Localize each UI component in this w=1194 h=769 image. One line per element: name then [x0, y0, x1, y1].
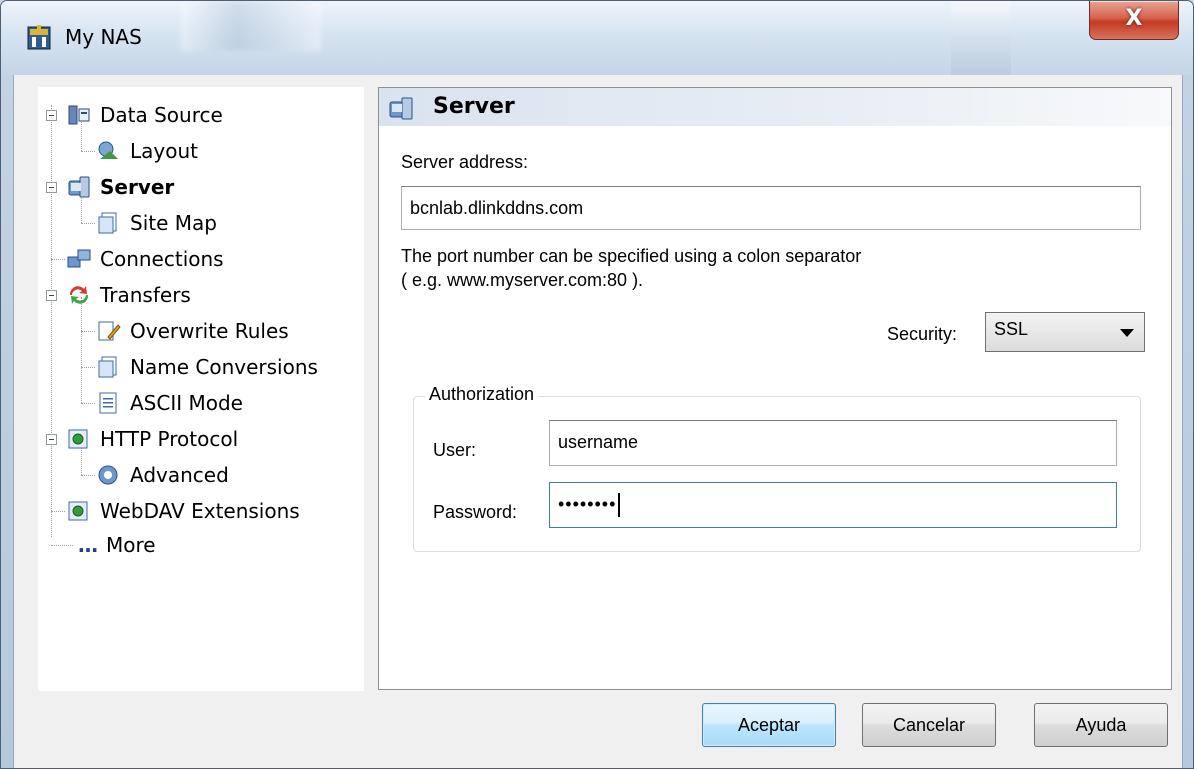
- tree-item-advanced[interactable]: Advanced: [96, 460, 229, 490]
- security-select-value: SSL: [994, 319, 1029, 339]
- tree-line: [81, 223, 95, 224]
- collapse-toggle[interactable]: [46, 434, 57, 445]
- dialog-window: My NAS X Data Source Layout Server Site …: [0, 0, 1194, 769]
- tree-item-label: More: [106, 533, 156, 557]
- tree-item-label: Advanced: [130, 463, 229, 487]
- tree-item-label: Connections: [100, 247, 224, 271]
- overwrite-rules-icon: [98, 321, 121, 341]
- cancel-button[interactable]: Cancelar: [862, 703, 996, 747]
- user-label: User:: [433, 440, 477, 460]
- security-label: Security:: [887, 324, 958, 344]
- tree-line: [81, 475, 95, 476]
- server-icon: [68, 176, 90, 198]
- tree-item-ascii-mode[interactable]: ASCII Mode: [96, 388, 243, 418]
- tree-item-label: Data Source: [100, 103, 223, 127]
- password-input-value: ••••••••: [558, 494, 617, 514]
- connections-icon: [67, 249, 91, 268]
- tree-line: [81, 297, 82, 403]
- more-icon: …: [78, 533, 98, 557]
- port-hint-line-2: ( e.g. www.myserver.com:80 ).: [401, 270, 644, 290]
- server-address-label: Server address:: [401, 152, 529, 172]
- help-button[interactable]: Ayuda: [1034, 703, 1168, 747]
- tree-item-label: Transfers: [100, 283, 191, 307]
- chevron-down-icon: [1120, 329, 1134, 337]
- settings-panel: Server Server address: bcnlab.dlinkddns.…: [378, 87, 1172, 690]
- tree-item-label: WebDAV Extensions: [100, 499, 300, 523]
- security-select[interactable]: SSL: [985, 312, 1145, 352]
- collapse-toggle[interactable]: [46, 110, 57, 121]
- ok-button[interactable]: Aceptar: [702, 703, 836, 747]
- tree-item-more[interactable]: … More: [78, 530, 156, 560]
- tree-item-label: Layout: [130, 139, 198, 163]
- tree-item-overwrite-rules[interactable]: Overwrite Rules: [96, 316, 289, 346]
- tree-line: [51, 545, 73, 546]
- password-input[interactable]: ••••••••: [549, 482, 1117, 528]
- data-source-icon: [68, 105, 90, 125]
- tree-item-label: HTTP Protocol: [100, 427, 239, 451]
- tree-item-label: Name Conversions: [130, 355, 318, 379]
- password-label: Password:: [433, 502, 518, 522]
- tree-item-label: ASCII Mode: [130, 391, 243, 415]
- tree-item-server[interactable]: Server: [66, 172, 174, 202]
- tree-item-webdav-extensions[interactable]: WebDAV Extensions: [66, 496, 300, 526]
- webdav-extensions-icon: [68, 501, 88, 521]
- tree-item-http-protocol[interactable]: HTTP Protocol: [66, 424, 238, 454]
- tree-item-site-map[interactable]: Site Map: [96, 208, 217, 238]
- tree-item-layout[interactable]: Layout: [96, 136, 198, 166]
- tree-line: [81, 367, 95, 368]
- tree-line: [81, 331, 95, 332]
- tree-item-label: Overwrite Rules: [130, 319, 289, 343]
- tree-line: [81, 151, 95, 152]
- tree-item-name-conversions[interactable]: Name Conversions: [96, 352, 318, 382]
- tree-item-label: Server: [100, 175, 175, 199]
- tree-line: [81, 403, 95, 404]
- tree-item-label: Site Map: [130, 211, 217, 235]
- title-bar-glass: [181, 1, 321, 51]
- dialog-body: Data Source Layout Server Site Map Conne…: [13, 75, 1183, 768]
- options-tree: Data Source Layout Server Site Map Conne…: [38, 87, 364, 691]
- tree-line: [51, 511, 65, 512]
- collapse-toggle[interactable]: [46, 290, 57, 301]
- http-protocol-icon: [68, 429, 88, 449]
- port-hint-line-1: The port number can be specified using a…: [401, 246, 862, 266]
- text-cursor: [618, 493, 621, 518]
- transfers-icon: [69, 286, 89, 304]
- site-map-icon: [98, 212, 117, 234]
- tree-item-data-source[interactable]: Data Source: [66, 100, 223, 130]
- name-conversions-icon: [98, 356, 117, 378]
- title-bar[interactable]: My NAS X: [1, 1, 1193, 75]
- panel-header: Server: [379, 88, 1171, 126]
- user-input[interactable]: username: [549, 420, 1117, 466]
- app-icon: [27, 25, 51, 50]
- advanced-icon: [98, 465, 118, 485]
- tree-line: [51, 259, 65, 260]
- close-button[interactable]: X: [1089, 1, 1179, 40]
- tree-item-transfers[interactable]: Transfers: [66, 280, 191, 310]
- server-icon: [389, 97, 413, 120]
- ascii-mode-icon: [99, 392, 117, 414]
- collapse-toggle[interactable]: [46, 182, 57, 193]
- title-bar-glass: [951, 1, 1011, 75]
- window-title: My NAS: [65, 25, 142, 49]
- tree-line: [51, 105, 52, 537]
- layout-icon: [98, 141, 118, 159]
- tree-item-connections[interactable]: Connections: [66, 244, 224, 274]
- authorization-legend: Authorization: [425, 384, 539, 405]
- panel-title: Server: [433, 94, 515, 119]
- server-address-input[interactable]: bcnlab.dlinkddns.com: [401, 186, 1141, 230]
